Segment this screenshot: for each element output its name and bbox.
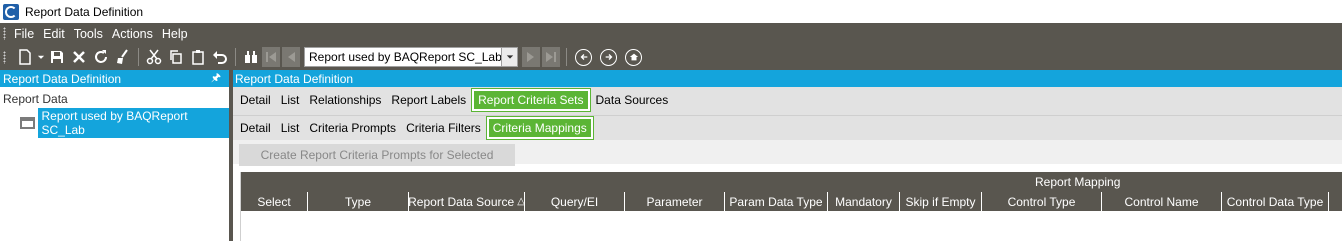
tab-report-labels[interactable]: Report Labels [387, 89, 470, 111]
tab-criteria-detail[interactable]: Detail [236, 117, 275, 139]
menu-tools[interactable]: Tools [74, 27, 103, 41]
column-mandatory[interactable]: Mandatory [828, 192, 900, 211]
chevron-down-icon[interactable] [501, 48, 517, 66]
tab-criteria-filters[interactable]: Criteria Filters [402, 117, 485, 139]
clear-icon[interactable] [112, 46, 134, 68]
refresh-icon[interactable] [90, 46, 112, 68]
menu-file[interactable]: File [14, 27, 34, 41]
toolbar-separator [235, 48, 236, 66]
tab-data-sources[interactable]: Data Sources [592, 89, 673, 111]
sort-ascending-icon: △ [517, 196, 525, 207]
title-bar: Report Data Definition [0, 0, 1342, 23]
new-dropdown-icon[interactable] [36, 46, 46, 68]
tree-panel: Report Data Definition 🖈 Report Data Rep… [0, 70, 229, 241]
column-type[interactable]: Type [308, 192, 409, 211]
column-parameter[interactable]: Parameter [625, 192, 725, 211]
tab-relationships[interactable]: Relationships [305, 89, 385, 111]
column-control-name[interactable]: Control Name [1102, 192, 1222, 211]
window-title: Report Data Definition [25, 4, 144, 19]
column-control-type[interactable]: Control Type [982, 192, 1102, 211]
action-row: Create Report Criteria Prompts for Selec… [233, 140, 1342, 166]
tab-report-criteria-sets[interactable]: Report Criteria Sets [471, 88, 591, 112]
column-query-ei[interactable]: Query/EI [525, 192, 625, 211]
last-record-icon[interactable] [542, 47, 560, 67]
column-control-data-type[interactable]: Control Data Type [1222, 192, 1329, 211]
menu-bar: File Edit Tools Actions Help [0, 23, 1342, 44]
home-icon[interactable] [625, 48, 642, 66]
back-icon[interactable] [575, 48, 592, 66]
grid-column-headers: Select Type Report Data Source △ Query/E… [241, 192, 1342, 211]
copy-icon[interactable] [165, 46, 187, 68]
first-record-icon[interactable] [262, 47, 280, 67]
column-report-data-source[interactable]: Report Data Source △ [408, 192, 525, 211]
record-navigator-combo[interactable]: Report used by BAQReport SC_Lab [304, 47, 518, 67]
folder-icon [20, 117, 36, 129]
tab-criteria-mappings[interactable]: Criteria Mappings [485, 116, 594, 140]
paste-icon[interactable] [187, 46, 209, 68]
menu-edit[interactable]: Edit [43, 27, 65, 41]
detail-panel-header: Report Data Definition [233, 70, 1342, 87]
primary-tabs: Detail List Relationships Report Labels … [233, 87, 1342, 116]
forward-icon[interactable] [600, 48, 617, 66]
tab-criteria-prompts[interactable]: Criteria Prompts [305, 117, 400, 139]
delete-icon[interactable] [68, 46, 90, 68]
record-navigator-value: Report used by BAQReport SC_Lab [309, 50, 501, 64]
next-record-icon[interactable] [522, 47, 540, 67]
column-select[interactable]: Select [241, 192, 308, 211]
tree-node-label: Report used by BAQReport SC_Lab [38, 108, 229, 138]
previous-record-icon[interactable] [282, 47, 300, 67]
tree-node-report[interactable]: Report used by BAQReport SC_Lab [0, 108, 229, 138]
secondary-tabs: Detail List Criteria Prompts Criteria Fi… [233, 116, 1342, 140]
toolbar-separator [138, 48, 139, 66]
toolbar-separator [566, 48, 567, 66]
column-report-data-source-label: Report Data Source [408, 194, 515, 209]
column-skip-if-empty[interactable]: Skip if Empty [900, 192, 982, 211]
grip-icon [3, 27, 6, 40]
tab-list[interactable]: List [277, 89, 304, 111]
detail-panel: Report Data Definition Detail List Relat… [233, 70, 1342, 241]
tree-root[interactable]: Report Data [0, 92, 229, 106]
grid-group-header: Report Mapping [241, 172, 1342, 192]
create-criteria-prompts-button[interactable]: Create Report Criteria Prompts for Selec… [239, 144, 515, 166]
tab-detail[interactable]: Detail [236, 89, 275, 111]
tree-panel-header: Report Data Definition 🖈 [0, 70, 229, 87]
pin-icon[interactable]: 🖈 [211, 69, 221, 88]
menu-help[interactable]: Help [162, 27, 188, 41]
app-logo-icon [3, 3, 19, 20]
menu-actions[interactable]: Actions [112, 27, 153, 41]
grip-icon [3, 50, 6, 64]
save-icon[interactable] [46, 46, 68, 68]
undo-icon[interactable] [209, 46, 231, 68]
tab-criteria-list[interactable]: List [277, 117, 304, 139]
column-param-data-type[interactable]: Param Data Type [725, 192, 828, 211]
report-mapping-grid: Report Mapping Select Type Report Data S… [240, 172, 1342, 241]
cut-icon[interactable] [143, 46, 165, 68]
new-icon[interactable] [14, 46, 36, 68]
grid-group-label: Report Mapping [1035, 175, 1121, 189]
tree-panel-title: Report Data Definition [3, 71, 122, 86]
binoculars-icon[interactable] [240, 46, 262, 68]
detail-panel-title: Report Data Definition [235, 71, 354, 86]
toolbar: Report used by BAQReport SC_Lab [0, 44, 1342, 70]
